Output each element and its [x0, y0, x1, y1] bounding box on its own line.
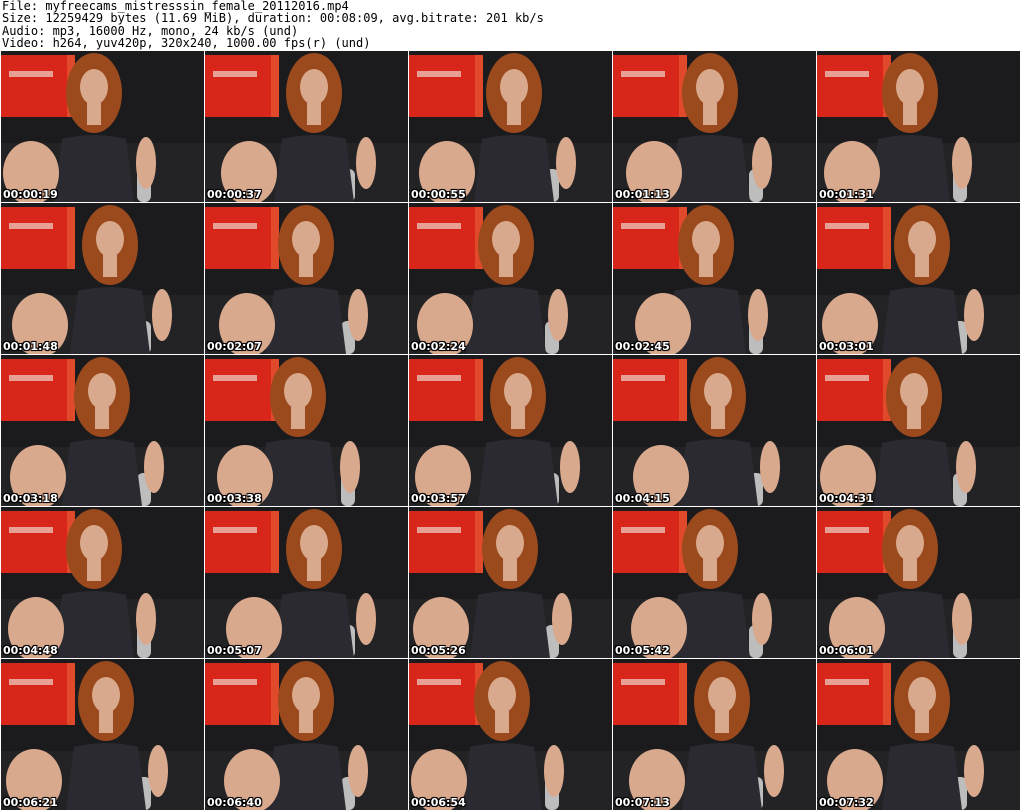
thumbnail-timestamp: 00:05:07: [207, 644, 262, 657]
video-thumbnail: 00:04:31: [817, 355, 1020, 506]
thumbnail-frame-image: [1, 659, 204, 810]
thumbnail-frame-image: [613, 507, 816, 658]
thumbnail-timestamp: 00:07:13: [615, 796, 670, 809]
thumbnail-frame-image: [205, 203, 408, 354]
thumbnail-frame-image: [817, 507, 1020, 658]
video-thumbnail: 00:00:19: [1, 51, 204, 202]
video-thumbnail: 00:01:48: [1, 203, 204, 354]
video-info-line: Video: h264, yuv420p, 320x240, 1000.00 f…: [2, 35, 371, 50]
thumbnail-frame-image: [409, 203, 612, 354]
thumbnail-timestamp: 00:01:13: [615, 188, 670, 201]
thumbnail-frame-image: [205, 355, 408, 506]
file-size-line: Size: 12259429 bytes (11.69 MiB), durati…: [2, 11, 544, 26]
video-thumbnail: 00:03:18: [1, 355, 204, 506]
thumbnail-frame-image: [613, 659, 816, 810]
thumbnail-timestamp: 00:02:45: [615, 340, 670, 353]
thumbnail-frame-image: [613, 203, 816, 354]
file-info-header: File: myfreecams_mistresssin_female_2011…: [2, 0, 1022, 50]
video-thumbnail: 00:01:13: [613, 51, 816, 202]
thumbnail-timestamp: 00:07:32: [819, 796, 874, 809]
thumbnail-frame-image: [409, 507, 612, 658]
video-thumbnail: 00:05:07: [205, 507, 408, 658]
thumbnail-frame-image: [205, 659, 408, 810]
video-thumbnail: 00:02:07: [205, 203, 408, 354]
video-thumbnail: 00:06:21: [1, 659, 204, 810]
thumbnail-timestamp: 00:02:24: [411, 340, 466, 353]
thumbnail-timestamp: 00:00:55: [411, 188, 466, 201]
thumbnail-frame-image: [409, 355, 612, 506]
thumbnail-timestamp: 00:05:26: [411, 644, 466, 657]
thumbnail-frame-image: [817, 203, 1020, 354]
thumbnail-frame-image: [205, 51, 408, 202]
thumbnail-timestamp: 00:05:42: [615, 644, 670, 657]
thumbnail-timestamp: 00:06:01: [819, 644, 874, 657]
video-thumbnail: 00:06:54: [409, 659, 612, 810]
thumbnail-timestamp: 00:03:18: [3, 492, 58, 505]
video-thumbnail: 00:06:01: [817, 507, 1020, 658]
thumbnail-frame-image: [817, 659, 1020, 810]
thumbnail-frame-image: [1, 203, 204, 354]
thumbnail-frame-image: [613, 51, 816, 202]
video-thumbnail: 00:07:32: [817, 659, 1020, 810]
thumbnail-timestamp: 00:03:01: [819, 340, 874, 353]
thumbnail-timestamp: 00:04:31: [819, 492, 874, 505]
video-thumbnail: 00:02:24: [409, 203, 612, 354]
video-thumbnail: 00:01:31: [817, 51, 1020, 202]
thumbnail-timestamp: 00:06:54: [411, 796, 466, 809]
video-thumbnail: 00:04:15: [613, 355, 816, 506]
thumbnail-frame-image: [817, 355, 1020, 506]
thumbnail-grid: 00:00:19 00:00:37 00:00:55 00:01:13 00:01:31…: [1, 51, 1020, 810]
thumbnail-frame-image: [1, 355, 204, 506]
video-thumbnail: 00:00:55: [409, 51, 612, 202]
video-thumbnail: 00:02:45: [613, 203, 816, 354]
thumbnail-timestamp: 00:06:40: [207, 796, 262, 809]
thumbnail-frame-image: [817, 51, 1020, 202]
thumbnail-frame-image: [1, 507, 204, 658]
thumbnail-timestamp: 00:01:31: [819, 188, 874, 201]
video-thumbnail: 00:05:26: [409, 507, 612, 658]
thumbnail-timestamp: 00:00:19: [3, 188, 58, 201]
thumbnail-timestamp: 00:04:15: [615, 492, 670, 505]
thumbnail-timestamp: 00:01:48: [3, 340, 58, 353]
thumbnail-timestamp: 00:04:48: [3, 644, 58, 657]
video-thumbnail: 00:03:01: [817, 203, 1020, 354]
thumbnail-timestamp: 00:02:07: [207, 340, 262, 353]
video-thumbnail: 00:06:40: [205, 659, 408, 810]
thumbnail-timestamp: 00:06:21: [3, 796, 58, 809]
video-thumbnail: 00:05:42: [613, 507, 816, 658]
video-thumbnail: 00:04:48: [1, 507, 204, 658]
video-thumbnail: 00:07:13: [613, 659, 816, 810]
thumbnail-frame-image: [1, 51, 204, 202]
thumbnail-frame-image: [205, 507, 408, 658]
thumbnail-timestamp: 00:00:37: [207, 188, 262, 201]
thumbnail-frame-image: [613, 355, 816, 506]
thumbnail-frame-image: [409, 659, 612, 810]
thumbnail-frame-image: [409, 51, 612, 202]
video-thumbnail: 00:00:37: [205, 51, 408, 202]
video-thumbnail: 00:03:38: [205, 355, 408, 506]
thumbnail-timestamp: 00:03:57: [411, 492, 466, 505]
video-thumbnail: 00:03:57: [409, 355, 612, 506]
thumbnail-timestamp: 00:03:38: [207, 492, 262, 505]
